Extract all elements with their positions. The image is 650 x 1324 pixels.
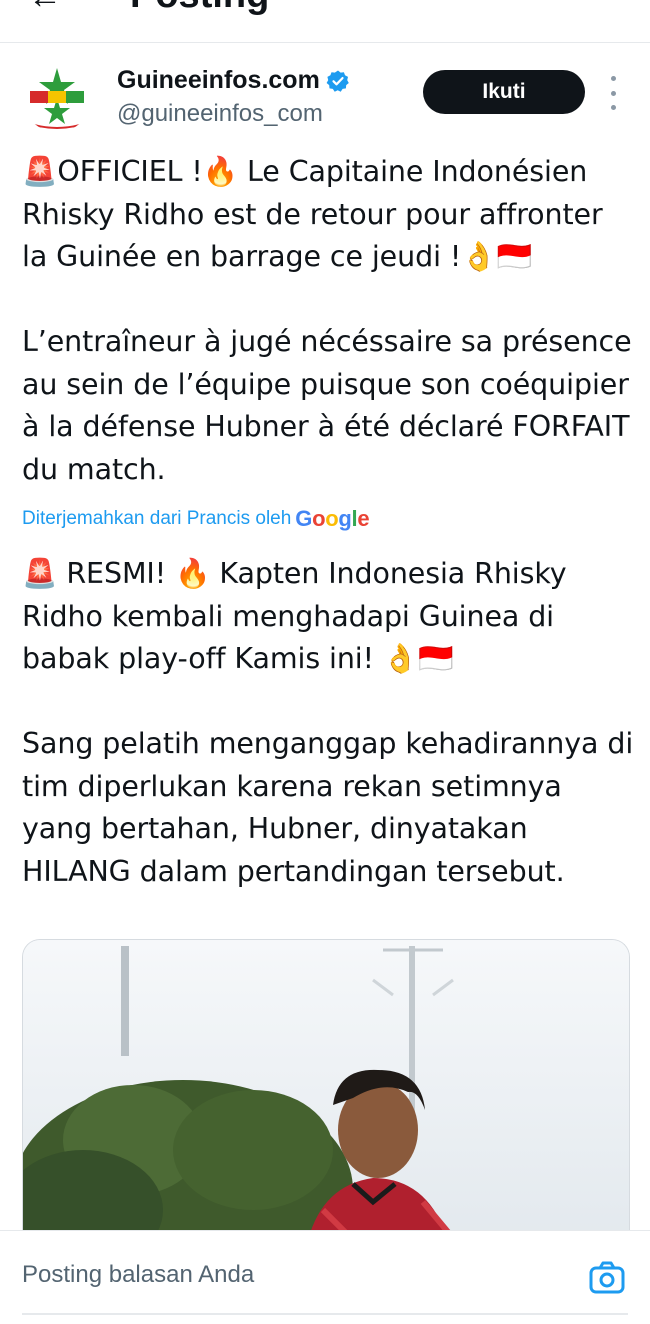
author-handle[interactable]: @guineeinfos_com bbox=[117, 100, 323, 128]
football-player-photo bbox=[23, 940, 629, 1240]
translation-note-text: Diterjemahkan dari Prancis oleh bbox=[22, 508, 292, 529]
guineeinfos-logo-icon bbox=[23, 63, 91, 131]
author-name-line: Guineeinfos.com bbox=[117, 66, 350, 95]
reply-input[interactable] bbox=[22, 1261, 562, 1289]
post-media-image[interactable] bbox=[22, 939, 630, 1240]
follow-button[interactable]: Ikuti bbox=[423, 70, 585, 114]
avatar[interactable] bbox=[22, 62, 92, 132]
post-translated-text: 🚨 RESMI! 🔥 Kapten Indonesia Rhisky Ridho… bbox=[22, 557, 634, 888]
more-vertical-icon[interactable] bbox=[603, 76, 623, 110]
top-navigation-bar: ← Posting bbox=[0, 0, 650, 43]
verified-badge-icon bbox=[326, 70, 349, 92]
arrow-left-icon[interactable]: ← bbox=[28, 0, 62, 17]
google-logo: Google bbox=[295, 506, 370, 531]
author-name[interactable]: Guineeinfos.com bbox=[117, 66, 320, 95]
reply-composer bbox=[0, 1230, 650, 1324]
translation-attribution[interactable]: Diterjemahkan dari Prancis oleh Google bbox=[22, 506, 370, 532]
page-title: Posting bbox=[130, 0, 269, 17]
camera-icon[interactable] bbox=[589, 1261, 625, 1295]
post-author-row: Guineeinfos.com @guineeinfos_com Ikuti bbox=[0, 52, 650, 142]
post-original-text: 🚨OFFICIEL !🔥 Le Capitaine Indonésien Rhi… bbox=[22, 155, 632, 486]
reply-divider bbox=[22, 1313, 628, 1315]
